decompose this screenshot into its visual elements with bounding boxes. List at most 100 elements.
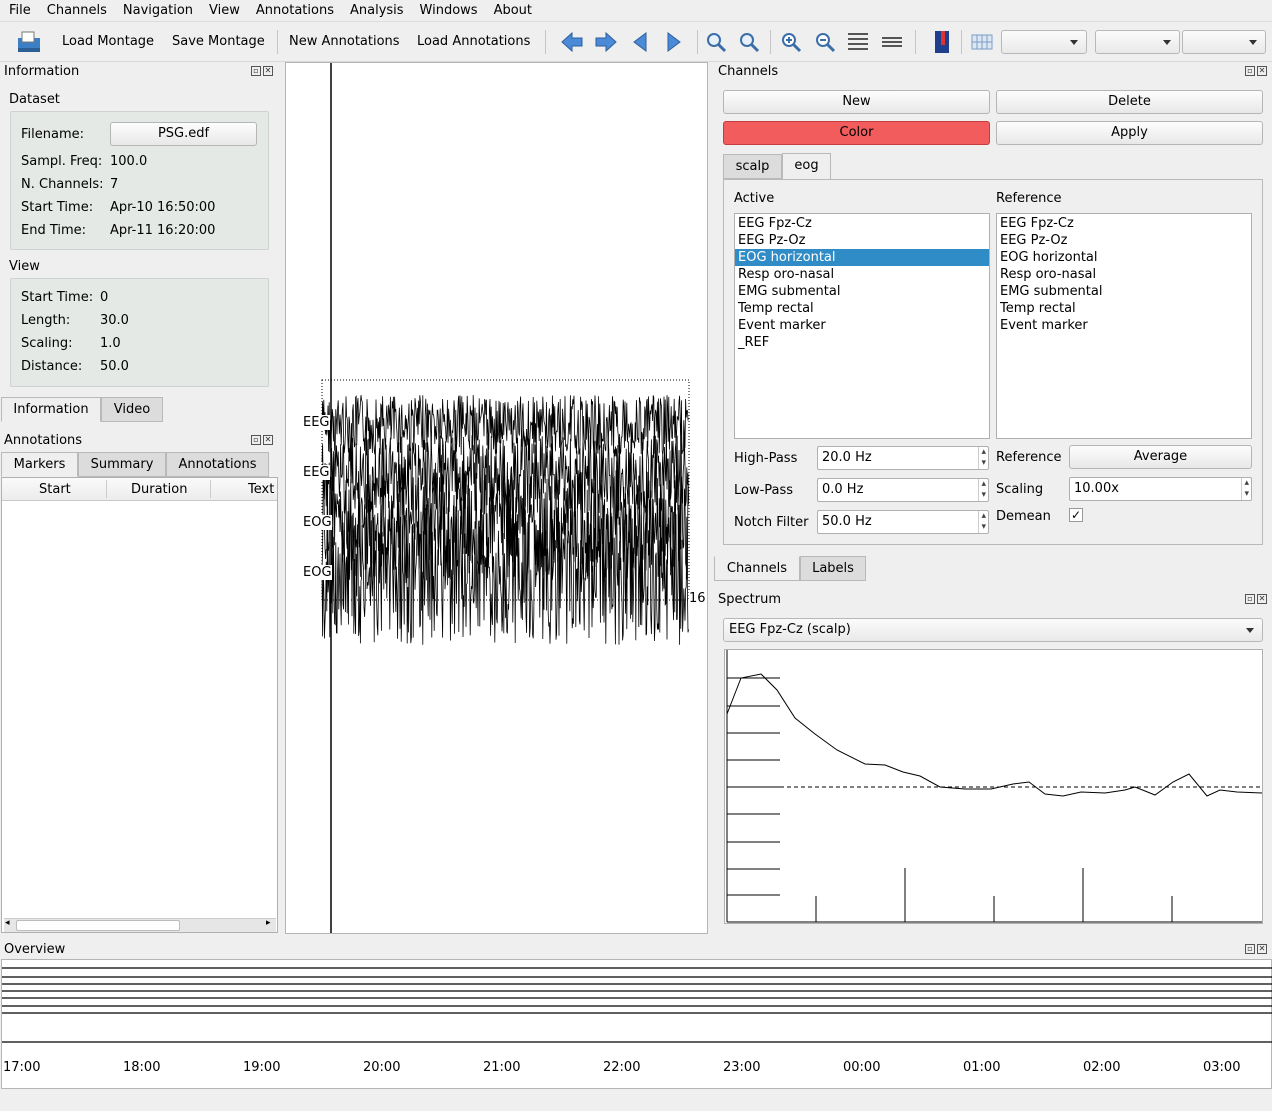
menu-annotations[interactable]: Annotations	[247, 0, 341, 22]
channel-label: EEG	[303, 415, 330, 430]
menu-windows[interactable]: Windows	[411, 0, 485, 22]
list-item[interactable]: Event marker	[997, 317, 1251, 334]
tab-markers[interactable]: Markers	[1, 452, 78, 477]
page-forward-icon[interactable]	[593, 29, 619, 55]
close-icon[interactable]: ✕	[1257, 944, 1267, 954]
step-back-icon[interactable]	[627, 29, 653, 55]
fewer-channels-icon[interactable]	[879, 29, 905, 55]
scaling-spinbox[interactable]: 10.00x	[1069, 477, 1252, 501]
tab-annotations[interactable]: Annotations	[166, 452, 269, 477]
float-icon[interactable]: ▫	[1245, 944, 1255, 954]
spectrum-dock-buttons[interactable]: ▫ ✕	[1245, 594, 1269, 606]
scroll-left-icon[interactable]: ◂	[5, 918, 10, 928]
save-montage-button[interactable]: Save Montage	[172, 33, 265, 51]
float-icon[interactable]: ▫	[1245, 594, 1255, 604]
list-item[interactable]: EMG submental	[735, 283, 989, 300]
tab-video[interactable]: Video	[101, 397, 163, 422]
float-icon[interactable]: ▫	[251, 435, 261, 445]
color-button[interactable]: Color	[723, 121, 990, 145]
list-item[interactable]: EOG horizontal	[735, 249, 989, 266]
open-file-icon[interactable]	[16, 29, 42, 55]
length-value: 30.0	[100, 313, 129, 328]
menu-channels[interactable]: Channels	[38, 0, 114, 22]
list-item[interactable]: EEG Pz-Oz	[997, 232, 1251, 249]
new-annotations-button[interactable]: New Annotations	[289, 33, 400, 51]
tab-scalp[interactable]: scalp	[723, 154, 782, 179]
list-item[interactable]: EEG Fpz-Cz	[735, 215, 989, 232]
annotations-table[interactable]: Start Duration Text ◂ ▸	[1, 477, 278, 933]
list-item[interactable]: _REF	[735, 334, 989, 351]
horizontal-scrollbar[interactable]: ◂ ▸	[4, 918, 276, 932]
overview-plot[interactable]: 17:00 18:00 19:00 20:00 21:00 22:00 23:0…	[1, 959, 1272, 1089]
tab-summary[interactable]: Summary	[78, 452, 166, 477]
menu-navigation[interactable]: Navigation	[114, 0, 200, 22]
length-combo[interactable]	[1001, 30, 1087, 54]
tab-information[interactable]: Information	[1, 397, 101, 422]
tab-eog[interactable]: eog	[782, 153, 831, 180]
channels-dock-buttons[interactable]: ▫ ✕	[1245, 66, 1269, 78]
spectrum-channel-select[interactable]: EEG Fpz-Cz (scalp)	[723, 618, 1263, 642]
zoom-in-icon[interactable]	[778, 29, 804, 55]
close-icon[interactable]: ✕	[1257, 66, 1267, 76]
column-start[interactable]: Start	[39, 482, 71, 497]
spectrum-channel-value: EEG Fpz-Cz (scalp)	[729, 622, 851, 637]
list-item[interactable]: Temp rectal	[997, 300, 1251, 317]
list-item[interactable]: EOG horizontal	[997, 249, 1251, 266]
lowpass-spinbox[interactable]: 0.0 Hz	[817, 478, 989, 502]
nchan-label: N. Channels:	[21, 177, 104, 192]
apply-button[interactable]: Apply	[996, 121, 1263, 145]
tab-labels[interactable]: Labels	[800, 556, 866, 581]
zoom-out-icon[interactable]	[812, 29, 838, 55]
annotations-dock-buttons[interactable]: ▫ ✕	[251, 435, 275, 447]
reference-average-button[interactable]: Average	[1069, 445, 1252, 469]
list-item[interactable]: EMG submental	[997, 283, 1251, 300]
list-item[interactable]: Resp oro-nasal	[997, 266, 1251, 283]
list-item[interactable]: EEG Pz-Oz	[735, 232, 989, 249]
distance-combo[interactable]	[1182, 30, 1266, 54]
float-icon[interactable]: ▫	[1245, 66, 1255, 76]
active-channel-list[interactable]: EEG Fpz-Cz EEG Pz-Oz EOG horizontal Resp…	[734, 213, 990, 439]
close-icon[interactable]: ✕	[1257, 594, 1267, 604]
list-item[interactable]: Event marker	[735, 317, 989, 334]
list-item[interactable]: Temp rectal	[735, 300, 989, 317]
tab-channels[interactable]: Channels	[714, 556, 800, 581]
menu-file[interactable]: File	[0, 0, 38, 22]
overview-dock-buttons[interactable]: ▫ ✕	[1245, 944, 1269, 956]
reference-channel-list[interactable]: EEG Fpz-Cz EEG Pz-Oz EOG horizontal Resp…	[996, 213, 1252, 439]
float-icon[interactable]: ▫	[251, 66, 261, 76]
column-duration[interactable]: Duration	[131, 482, 187, 497]
more-channels-icon[interactable]	[845, 29, 871, 55]
overview-time-label: 00:00	[843, 1060, 881, 1075]
zoom-out-time-icon[interactable]	[736, 29, 762, 55]
grid-icon[interactable]	[969, 29, 995, 55]
scroll-right-icon[interactable]: ▸	[266, 918, 271, 928]
list-item[interactable]: EEG Fpz-Cz	[997, 215, 1251, 232]
information-dock-buttons[interactable]: ▫ ✕	[251, 66, 275, 78]
highpass-spinbox[interactable]: 20.0 Hz	[817, 446, 989, 470]
column-text[interactable]: Text	[248, 482, 274, 497]
signal-plot[interactable]: EEG EEG EOG EOG 16:	[285, 62, 708, 934]
status-bar	[0, 1092, 1272, 1111]
load-annotations-button[interactable]: Load Annotations	[417, 33, 530, 51]
page-back-icon[interactable]	[559, 29, 585, 55]
scrollbar-handle[interactable]	[16, 920, 180, 931]
notch-spinbox[interactable]: 50.0 Hz	[817, 510, 989, 534]
menu-view[interactable]: View	[200, 0, 247, 22]
close-icon[interactable]: ✕	[263, 66, 273, 76]
menu-about[interactable]: About	[485, 0, 539, 22]
spectrum-graph	[726, 650, 1263, 923]
list-item[interactable]: Resp oro-nasal	[735, 266, 989, 283]
step-forward-icon[interactable]	[661, 29, 687, 55]
demean-checkbox[interactable]: ✓	[1069, 508, 1083, 522]
menu-analysis[interactable]: Analysis	[341, 0, 411, 22]
load-montage-button[interactable]: Load Montage	[62, 33, 154, 51]
new-button[interactable]: New	[723, 90, 990, 114]
nchan-value: 7	[110, 177, 119, 192]
scaling-combo[interactable]	[1095, 30, 1180, 54]
zoom-in-time-icon[interactable]	[703, 29, 729, 55]
distance-value: 50.0	[100, 359, 129, 374]
close-icon[interactable]: ✕	[263, 435, 273, 445]
marker-book-icon[interactable]	[929, 29, 955, 55]
delete-button[interactable]: Delete	[996, 90, 1263, 114]
filename-button[interactable]: PSG.edf	[110, 122, 257, 146]
